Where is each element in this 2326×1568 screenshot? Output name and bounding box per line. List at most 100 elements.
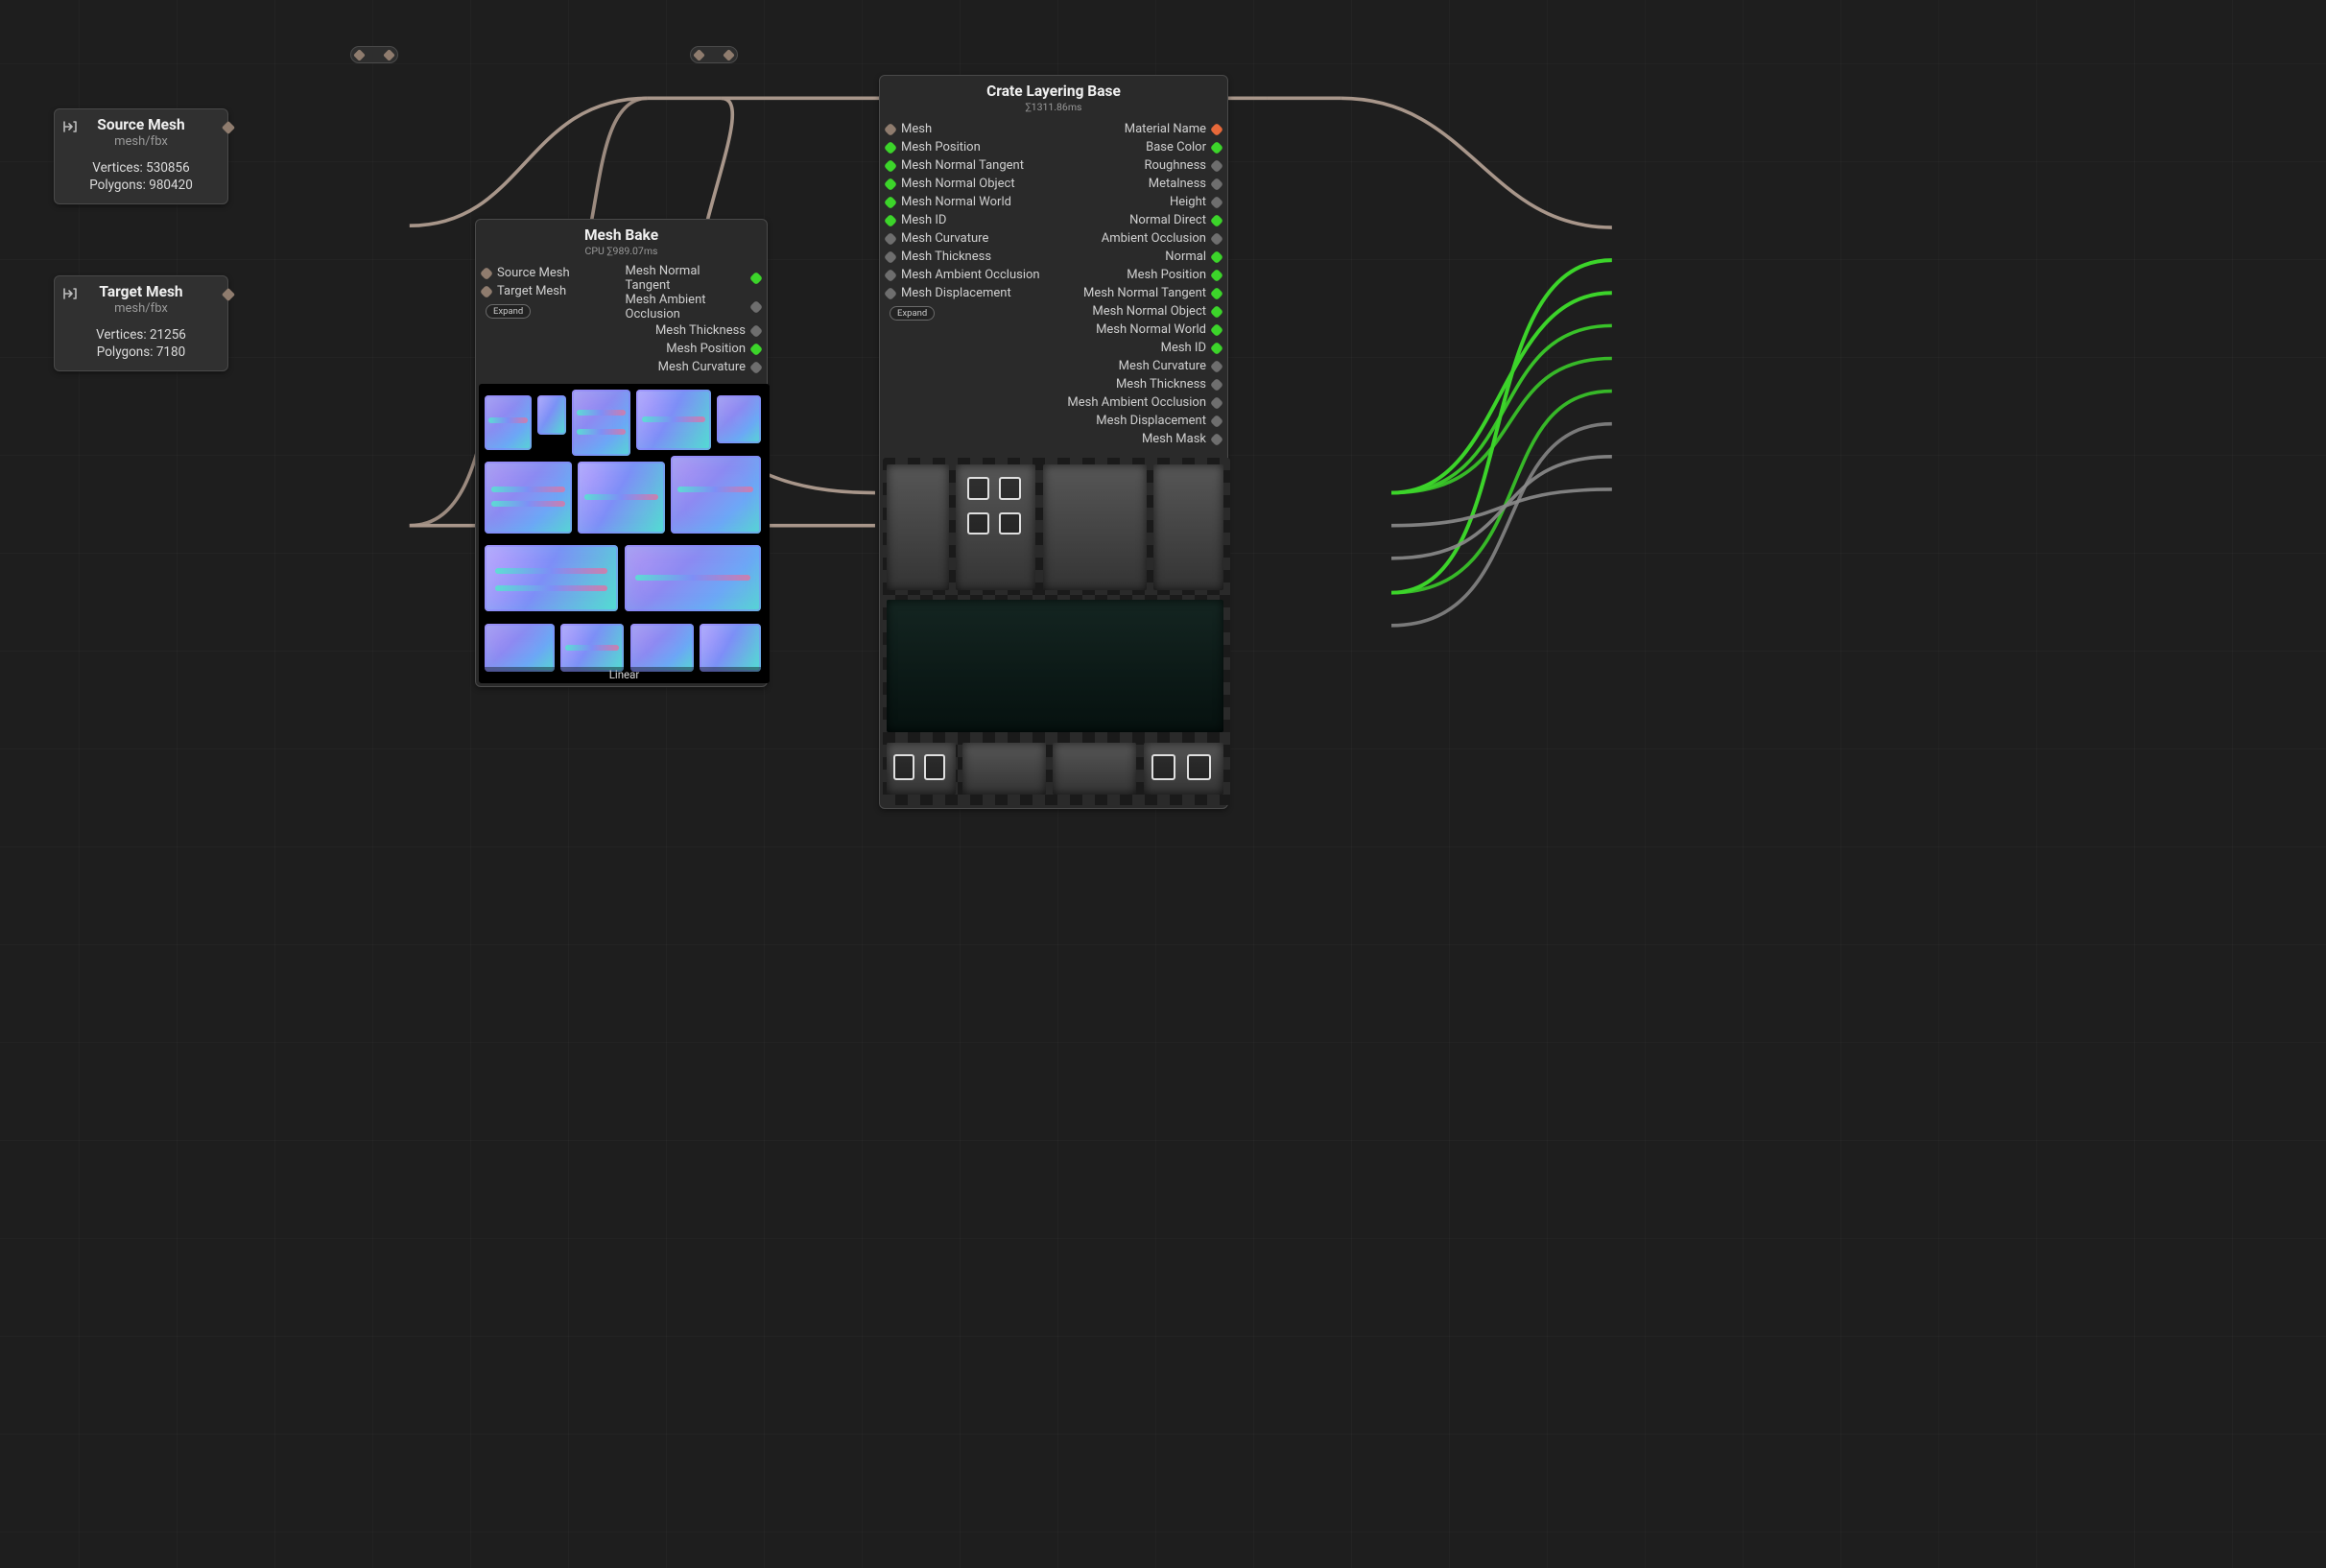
expand-button[interactable]: Expand	[890, 306, 935, 321]
port-icon	[1210, 158, 1223, 172]
output-port[interactable]: Material Name	[1057, 120, 1222, 138]
input-port[interactable]: Mesh Normal Object	[886, 175, 1050, 193]
input-port[interactable]: Mesh Displacement	[886, 284, 1050, 302]
port-icon	[383, 49, 395, 61]
port-icon	[1210, 177, 1223, 190]
port-icon	[1210, 414, 1223, 427]
port-icon	[1210, 249, 1223, 263]
output-port[interactable]: Mesh Position	[1057, 266, 1222, 284]
expand-row: Expand	[886, 302, 1050, 321]
output-port[interactable]: Metalness	[1057, 175, 1222, 193]
input-port-source-mesh[interactable]: Source Mesh	[482, 264, 618, 282]
port-icon	[1210, 268, 1223, 281]
node-target-mesh[interactable]: Target Mesh mesh/fbx Vertices: 21256 Pol…	[54, 275, 228, 371]
node-subtitle: mesh/fbx	[55, 301, 227, 321]
port-icon	[1210, 359, 1223, 372]
ports-grid: Source Mesh Target Mesh Expand Mesh Norm…	[476, 262, 767, 380]
node-title: Target Mesh	[55, 276, 227, 301]
node-graph-canvas[interactable]: Source Mesh mesh/fbx Vertices: 530856 Po…	[0, 0, 2326, 1568]
port-icon	[1210, 195, 1223, 208]
output-port-normal-tangent[interactable]: Mesh Normal Tangent	[626, 264, 762, 293]
port-icon	[353, 49, 366, 61]
input-port[interactable]: Mesh ID	[886, 211, 1050, 229]
input-port[interactable]: Mesh Normal World	[886, 193, 1050, 211]
output-port-curvature[interactable]: Mesh Curvature	[626, 358, 762, 376]
output-port[interactable]: Mesh Displacement	[1057, 412, 1222, 430]
input-port[interactable]: Mesh	[886, 120, 1050, 138]
node-crate-layering-base[interactable]: Crate Layering Base ∑1311.86ms MeshMesh …	[879, 75, 1228, 809]
port-icon	[884, 249, 897, 263]
port-icon	[1210, 341, 1223, 354]
ports-grid: MeshMesh PositionMesh Normal TangentMesh…	[880, 118, 1227, 452]
node-stats: Vertices: 21256 Polygons: 7180	[55, 321, 227, 370]
output-port[interactable]: Ambient Occlusion	[1057, 229, 1222, 248]
node-timing: CPU ∑989.07ms	[476, 245, 767, 262]
output-port[interactable]: Mesh Normal Tangent	[1057, 284, 1222, 302]
relay-node-2[interactable]	[690, 46, 738, 63]
crate-preview[interactable]	[883, 458, 1230, 805]
port-icon	[749, 342, 763, 355]
expand-row: Expand	[482, 300, 618, 319]
port-icon	[1210, 140, 1223, 154]
expand-button[interactable]: Expand	[486, 304, 531, 319]
output-port[interactable]: Mesh Thickness	[1057, 375, 1222, 393]
input-port[interactable]: Mesh Ambient Occlusion	[886, 266, 1050, 284]
port-icon	[1210, 377, 1223, 391]
preview-colorspace: Linear	[479, 667, 770, 683]
port-icon	[884, 177, 897, 190]
node-stats: Vertices: 530856 Polygons: 980420	[55, 154, 227, 203]
output-port-ambient-occlusion[interactable]: Mesh Ambient Occlusion	[626, 293, 762, 321]
inputs-column: MeshMesh PositionMesh Normal TangentMesh…	[886, 120, 1050, 448]
node-mesh-bake[interactable]: Mesh Bake CPU ∑989.07ms Source Mesh Targ…	[475, 219, 768, 687]
port-icon	[1210, 322, 1223, 336]
port-icon	[884, 286, 897, 299]
port-icon	[884, 231, 897, 245]
output-port[interactable]: Normal	[1057, 248, 1222, 266]
output-port[interactable]: Normal Direct	[1057, 211, 1222, 229]
bake-preview[interactable]: Linear	[479, 384, 770, 683]
port-icon	[1210, 432, 1223, 445]
port-icon	[1210, 231, 1223, 245]
output-port[interactable]: Mesh ID	[1057, 339, 1222, 357]
port-icon	[723, 49, 735, 61]
output-port[interactable]: Roughness	[1057, 156, 1222, 175]
port-icon	[884, 140, 897, 154]
outputs-column: Mesh Normal Tangent Mesh Ambient Occlusi…	[626, 264, 762, 376]
output-port[interactable]: Mesh Curvature	[1057, 357, 1222, 375]
node-title: Mesh Bake	[476, 220, 767, 245]
port-icon	[884, 213, 897, 226]
polygon-count: Polygons: 7180	[66, 344, 216, 362]
output-port-position[interactable]: Mesh Position	[626, 340, 762, 358]
node-timing: ∑1311.86ms	[880, 101, 1227, 118]
output-port-thickness[interactable]: Mesh Thickness	[626, 321, 762, 340]
outputs-column: Material NameBase ColorRoughnessMetalnes…	[1057, 120, 1222, 448]
port-icon	[884, 122, 897, 135]
port-icon	[1210, 286, 1223, 299]
node-source-mesh[interactable]: Source Mesh mesh/fbx Vertices: 530856 Po…	[54, 108, 228, 204]
node-subtitle: mesh/fbx	[55, 134, 227, 154]
inputs-column: Source Mesh Target Mesh Expand	[482, 264, 618, 376]
port-icon	[884, 268, 897, 281]
relay-node-1[interactable]	[350, 46, 398, 63]
input-port[interactable]: Mesh Normal Tangent	[886, 156, 1050, 175]
output-port[interactable]: Height	[1057, 193, 1222, 211]
port-icon	[749, 323, 763, 337]
output-port[interactable]: Mesh Mask	[1057, 430, 1222, 448]
output-port[interactable]: Mesh Ambient Occlusion	[1057, 393, 1222, 412]
polygon-count: Polygons: 980420	[66, 178, 216, 195]
port-icon	[884, 195, 897, 208]
import-icon	[62, 119, 78, 138]
input-port[interactable]: Mesh Curvature	[886, 229, 1050, 248]
input-port[interactable]: Mesh Position	[886, 138, 1050, 156]
input-port-target-mesh[interactable]: Target Mesh	[482, 282, 618, 300]
output-port[interactable]: Base Color	[1057, 138, 1222, 156]
port-icon	[1210, 213, 1223, 226]
vertex-count: Vertices: 21256	[66, 327, 216, 344]
port-icon	[480, 284, 493, 297]
input-port[interactable]: Mesh Thickness	[886, 248, 1050, 266]
port-icon	[1210, 122, 1223, 135]
port-icon	[693, 49, 705, 61]
output-port[interactable]: Mesh Normal World	[1057, 321, 1222, 339]
output-port[interactable]: Mesh Normal Object	[1057, 302, 1222, 321]
port-icon	[749, 360, 763, 373]
